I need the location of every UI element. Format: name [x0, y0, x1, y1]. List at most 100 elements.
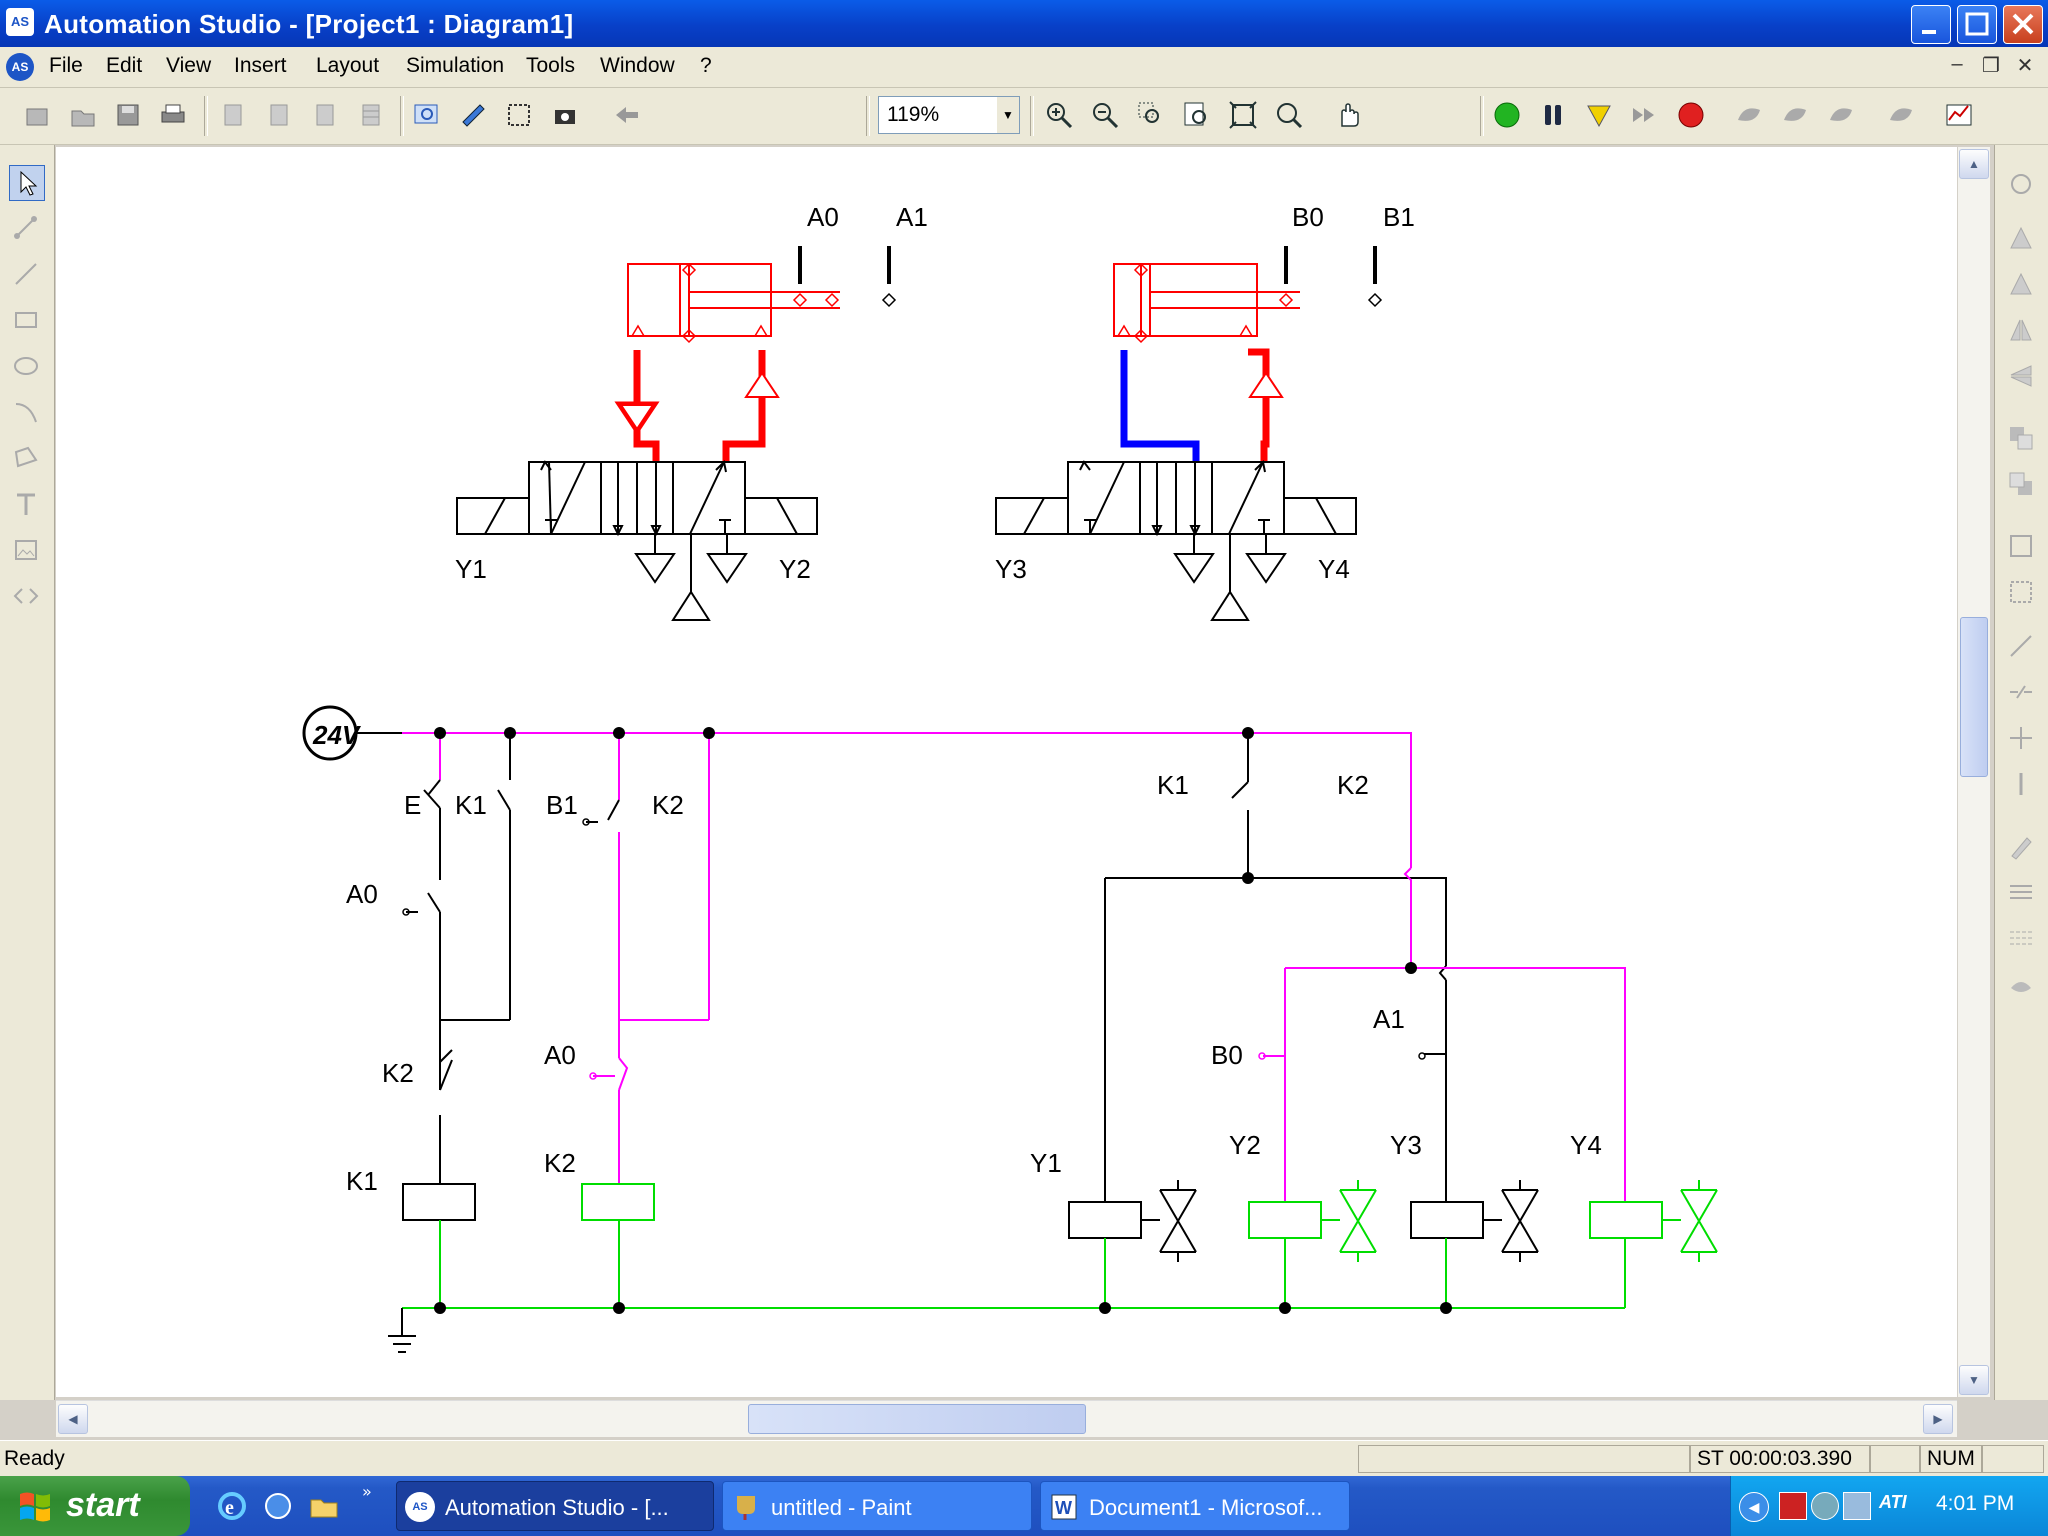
save-icon[interactable] [113, 100, 143, 130]
pan-hand-icon[interactable] [1334, 100, 1364, 130]
diagram-canvas[interactable]: 24V A0 A1 B0 B1 Y1 Y2 Y3 Y4 E K1 B1 K2 A… [56, 147, 1957, 1397]
menu-edit[interactable]: Edit [106, 54, 142, 78]
tool-d-icon[interactable] [1886, 100, 1916, 130]
chevron-down-icon[interactable]: ▼ [997, 97, 1019, 133]
pen-icon[interactable] [2004, 829, 2038, 863]
bring-front-icon[interactable] [2004, 421, 2038, 455]
chevron-more-icon[interactable]: » [362, 1482, 372, 1501]
tool-a-icon[interactable] [1734, 100, 1764, 130]
menu-layout[interactable]: Layout [316, 54, 379, 78]
link-tool-icon[interactable] [9, 211, 43, 245]
ati-icon[interactable]: ATI [1879, 1492, 1919, 1518]
junction-icon[interactable] [2004, 721, 2038, 755]
slow-motion-icon[interactable] [1630, 100, 1660, 130]
menu-help[interactable]: ? [700, 54, 712, 78]
doc-restore-button[interactable]: ❐ [1978, 53, 2004, 79]
rectangle-tool-icon[interactable] [9, 303, 43, 337]
paste-icon[interactable] [310, 100, 340, 130]
menu-simulation[interactable]: Simulation [406, 54, 504, 78]
simulate-play-icon[interactable] [1492, 100, 1522, 130]
fill-icon[interactable] [2004, 967, 2038, 1001]
back-arrow-icon[interactable] [612, 100, 642, 130]
break-icon[interactable] [2004, 675, 2038, 709]
line-tool-icon[interactable] [9, 257, 43, 291]
code-tool-icon[interactable] [9, 579, 43, 613]
copy-icon[interactable] [264, 100, 294, 130]
scroll-down-icon[interactable]: ▼ [1959, 1365, 1989, 1395]
zoom-select[interactable]: 119% ▼ [878, 96, 1020, 134]
zoom-out-icon[interactable] [1090, 100, 1120, 130]
task-paint[interactable]: untitled - Paint [722, 1481, 1032, 1531]
tray-monitor-icon[interactable] [1843, 1492, 1871, 1520]
text-tool-icon[interactable] [9, 487, 43, 521]
hydraulic-diagram[interactable]: 24V A0 A1 B0 B1 Y1 Y2 Y3 Y4 E K1 B1 K2 A… [56, 147, 1957, 1397]
folder-icon[interactable] [308, 1490, 340, 1522]
align-a-icon[interactable] [2004, 221, 2038, 255]
cut-icon[interactable] [218, 100, 248, 130]
zoom-window-icon[interactable] [1136, 100, 1166, 130]
vertical-scroll-thumb[interactable] [1960, 617, 1988, 777]
vertical-scrollbar[interactable]: ▲ ▼ [1958, 147, 1990, 1397]
ie-icon[interactable]: e [216, 1490, 248, 1522]
doc-close-button[interactable]: ✕ [2012, 53, 2038, 79]
new-icon[interactable] [22, 100, 52, 130]
browser-icon[interactable] [262, 1490, 294, 1522]
line-style-icon[interactable] [2004, 921, 2038, 955]
components-icon[interactable] [504, 100, 534, 130]
flip-vertical-icon[interactable] [2004, 359, 2038, 393]
task-automation-studio[interactable]: AS Automation Studio - [... [396, 1481, 714, 1531]
send-back-icon[interactable] [2004, 467, 2038, 501]
menu-tools[interactable]: Tools [526, 54, 575, 78]
minimize-button[interactable] [1911, 5, 1951, 44]
scroll-right-icon[interactable]: ▶ [1923, 1404, 1953, 1434]
pause-icon[interactable] [1538, 100, 1568, 130]
stop-icon[interactable] [1676, 100, 1706, 130]
select-arrow-icon[interactable] [9, 165, 45, 201]
arc-tool-icon[interactable] [9, 395, 43, 429]
ungroup-icon[interactable] [2004, 575, 2038, 609]
start-button[interactable]: start [0, 1476, 190, 1536]
tray-expand-icon[interactable]: ◀ [1739, 1492, 1769, 1522]
menu-file[interactable]: File [49, 54, 83, 78]
scroll-up-icon[interactable]: ▲ [1959, 149, 1989, 179]
zoom-fit-icon[interactable] [1228, 100, 1258, 130]
table-icon[interactable] [356, 100, 386, 130]
zoom-page-icon[interactable] [1182, 100, 1212, 130]
task-word[interactable]: W Document1 - Microsof... [1040, 1481, 1350, 1531]
cylinder-b[interactable] [1113, 246, 1383, 344]
valve-b[interactable] [995, 459, 1357, 621]
flip-horizontal-icon[interactable] [2004, 313, 2038, 347]
zoom-in-icon[interactable] [1044, 100, 1074, 130]
cylinder-a[interactable] [627, 246, 897, 344]
ellipse-tool-icon[interactable] [9, 349, 43, 383]
horizontal-scrollbar[interactable]: ◀ ▶ [56, 1400, 1957, 1437]
zoom-previous-icon[interactable] [1274, 100, 1304, 130]
valve-a[interactable] [456, 459, 818, 621]
step-icon[interactable] [1584, 100, 1614, 130]
horizontal-scroll-thumb[interactable] [748, 1404, 1086, 1434]
snapshot-icon[interactable] [550, 100, 580, 130]
menu-view[interactable]: View [166, 54, 211, 78]
document-icon[interactable]: AS [6, 53, 34, 81]
close-button[interactable] [2003, 5, 2043, 44]
polygon-tool-icon[interactable] [9, 441, 43, 475]
app-icon[interactable]: AS [6, 8, 34, 36]
tray-network-icon[interactable] [1811, 1492, 1839, 1520]
group-icon[interactable] [2004, 529, 2038, 563]
tool-b-icon[interactable] [1780, 100, 1810, 130]
tray-app-icon[interactable] [1779, 1492, 1807, 1520]
align-b-icon[interactable] [2004, 267, 2038, 301]
doc-minimize-button[interactable]: – [1944, 53, 1970, 79]
menu-insert[interactable]: Insert [234, 54, 287, 78]
menu-window[interactable]: Window [600, 54, 675, 78]
library-icon[interactable] [412, 100, 442, 130]
line-width-icon[interactable] [2004, 875, 2038, 909]
probe-icon[interactable] [2004, 767, 2038, 801]
connect-icon[interactable] [2004, 629, 2038, 663]
plotter-icon[interactable] [1944, 100, 1974, 130]
properties-icon[interactable] [458, 100, 488, 130]
open-icon[interactable] [68, 100, 98, 130]
print-icon[interactable] [158, 100, 188, 130]
image-tool-icon[interactable] [9, 533, 43, 567]
scroll-left-icon[interactable]: ◀ [58, 1404, 88, 1434]
